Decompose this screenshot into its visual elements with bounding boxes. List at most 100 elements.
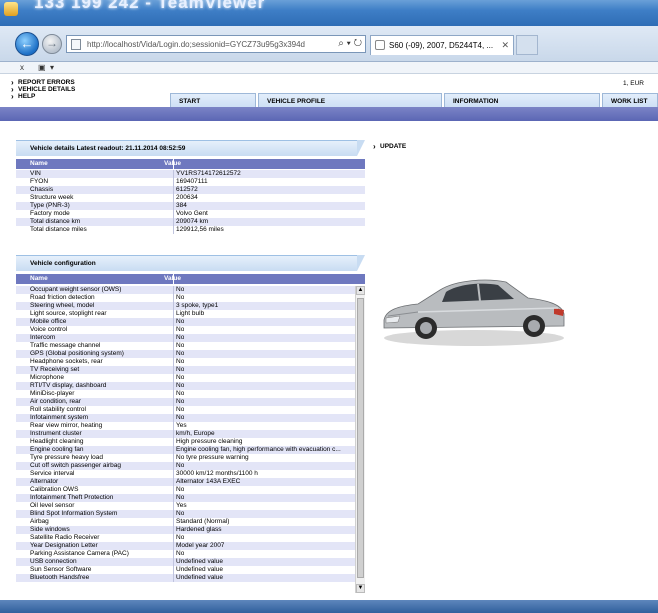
column-divider bbox=[173, 294, 174, 302]
row-name: Service interval bbox=[30, 470, 75, 477]
table-row: Air condition, rear No bbox=[16, 398, 355, 406]
column-divider bbox=[173, 210, 174, 218]
table-row: Headlight cleaning High pressure cleaning bbox=[16, 438, 355, 446]
scroll-down-icon[interactable]: ▼ bbox=[356, 584, 365, 593]
column-divider bbox=[173, 518, 174, 526]
row-value: No bbox=[176, 462, 185, 469]
page-icon bbox=[71, 39, 81, 50]
menu-report-errors[interactable]: REPORT ERRORS bbox=[11, 78, 75, 87]
row-name: Instrument cluster bbox=[30, 430, 82, 437]
table-row: Chassis 612572 bbox=[16, 186, 365, 194]
close-tab-icon[interactable]: ✕ bbox=[501, 40, 509, 51]
tools-dropdown[interactable]: ▾ bbox=[50, 63, 54, 72]
scroll-up-icon[interactable]: ▲ bbox=[356, 286, 365, 295]
column-divider bbox=[173, 342, 174, 350]
address-bar[interactable]: http://localhost/Vida/Login.do;sessionid… bbox=[66, 35, 366, 53]
details-column-header: Name Value bbox=[16, 159, 365, 169]
row-value: No bbox=[176, 382, 185, 389]
table-row: Voice control No bbox=[16, 326, 355, 334]
config-scrollbar[interactable]: ▲ ▼ bbox=[355, 286, 365, 593]
table-row: Airbag Standard (Normal) bbox=[16, 518, 355, 526]
column-divider bbox=[173, 202, 174, 210]
row-value: 209074 km bbox=[176, 218, 209, 225]
row-name: Occupant weight sensor (OWS) bbox=[30, 286, 122, 293]
table-row: Alternator Alternator 143A EXEC bbox=[16, 478, 355, 486]
update-link[interactable]: UPDATE bbox=[373, 142, 406, 151]
row-value: High pressure cleaning bbox=[176, 438, 243, 445]
tab-start[interactable]: START bbox=[170, 93, 256, 107]
config-table: Occupant weight sensor (OWS) No Road frict… bbox=[16, 286, 355, 582]
column-divider bbox=[173, 534, 174, 542]
tools-icon[interactable]: ▣ bbox=[38, 63, 46, 72]
column-divider bbox=[173, 422, 174, 430]
column-divider bbox=[173, 494, 174, 502]
row-value: No bbox=[176, 534, 185, 541]
scroll-thumb[interactable] bbox=[357, 298, 364, 578]
table-row: Oil level sensor Yes bbox=[16, 502, 355, 510]
row-value: No bbox=[176, 342, 185, 349]
row-value: Undefined value bbox=[176, 574, 223, 581]
browser-tab[interactable]: S60 (-09), 2007, D5244T4, ... ✕ bbox=[370, 35, 514, 55]
row-value: Yes bbox=[176, 422, 187, 429]
row-name: FYON bbox=[30, 178, 49, 185]
menu-vehicle-details[interactable]: VEHICLE DETAILS bbox=[11, 85, 75, 94]
command-bar: x ▣ ▾ bbox=[0, 62, 658, 74]
table-row: Service interval 30000 km/12 months/1100 … bbox=[16, 470, 355, 478]
row-value: No bbox=[176, 406, 185, 413]
column-divider bbox=[173, 502, 174, 510]
row-name: Type (PNR-3) bbox=[30, 202, 70, 209]
tab-work-list[interactable]: WORK LIST bbox=[602, 93, 658, 107]
table-row: FYON 169407111 bbox=[16, 178, 365, 186]
table-row: Headphone sockets, rear No bbox=[16, 358, 355, 366]
dropdown-icon[interactable]: ▾ bbox=[347, 38, 351, 49]
refresh-icon[interactable]: ↻ bbox=[354, 38, 362, 49]
table-row: Sun Sensor Software Undefined value bbox=[16, 566, 355, 574]
table-row: Traffic message channel No bbox=[16, 342, 355, 350]
row-name: Alternator bbox=[30, 478, 59, 485]
row-value: No tyre pressure warning bbox=[176, 454, 249, 461]
table-row: Infotainment system No bbox=[16, 414, 355, 422]
table-row: Intercom No bbox=[16, 334, 355, 342]
table-row: VIN YV1RS714172612572 bbox=[16, 170, 365, 178]
row-name: Intercom bbox=[30, 334, 56, 341]
row-value: No bbox=[176, 550, 185, 557]
forward-button[interactable]: → bbox=[42, 34, 62, 54]
row-value: No bbox=[176, 374, 185, 381]
new-tab-button[interactable] bbox=[516, 35, 538, 55]
tab-vehicle-profile[interactable]: VEHICLE PROFILE bbox=[258, 93, 442, 107]
column-divider bbox=[173, 574, 174, 582]
back-button[interactable]: ← bbox=[15, 32, 39, 56]
vehicle-details-header: Vehicle details Latest readout: 21.11.20… bbox=[16, 140, 365, 156]
close-x-button[interactable]: x bbox=[20, 63, 24, 72]
row-name: Rear view mirror, heating bbox=[30, 422, 103, 429]
row-value: No bbox=[176, 318, 185, 325]
column-divider bbox=[173, 542, 174, 550]
details-table: VIN YV1RS714172612572 FYON 169407111 Chassis… bbox=[16, 170, 365, 234]
table-row: Factory mode Volvo Gent bbox=[16, 210, 365, 218]
row-name: Microphone bbox=[30, 374, 64, 381]
table-row: Instrument cluster km/h, Europe bbox=[16, 430, 355, 438]
row-name: Blind Spot Information System bbox=[30, 510, 118, 517]
row-name: Oil level sensor bbox=[30, 502, 75, 509]
address-actions[interactable]: ⌕ ▾ ↻ bbox=[338, 38, 362, 49]
row-value: No bbox=[176, 414, 185, 421]
table-row: Infotainment Theft Protection No bbox=[16, 494, 355, 502]
table-row: Structure week 200634 bbox=[16, 194, 365, 202]
search-icon[interactable]: ⌕ bbox=[338, 38, 344, 49]
vida-header: REPORT ERRORS VEHICLE DETAILS HELP bbox=[0, 74, 658, 101]
tab-information[interactable]: INFORMATION bbox=[444, 93, 600, 107]
column-divider bbox=[173, 194, 174, 202]
row-name: Voice control bbox=[30, 326, 68, 333]
browser-toolbar: ← → http://localhost/Vida/Login.do;sessi… bbox=[0, 26, 658, 62]
column-divider bbox=[173, 186, 174, 194]
row-name: Year Designation Letter bbox=[30, 542, 98, 549]
table-row: USB connection Undefined value bbox=[16, 558, 355, 566]
arrow-right-icon: → bbox=[46, 36, 58, 50]
table-row: Tyre pressure heavy load No tyre pressure… bbox=[16, 454, 355, 462]
column-divider bbox=[173, 414, 174, 422]
window-title: 133 199 242 - TeamViewer bbox=[34, 0, 266, 12]
table-row: Bluetooth Handsfree Undefined value bbox=[16, 574, 355, 582]
column-divider bbox=[173, 170, 174, 178]
column-divider bbox=[173, 438, 174, 446]
row-value: No bbox=[176, 326, 185, 333]
